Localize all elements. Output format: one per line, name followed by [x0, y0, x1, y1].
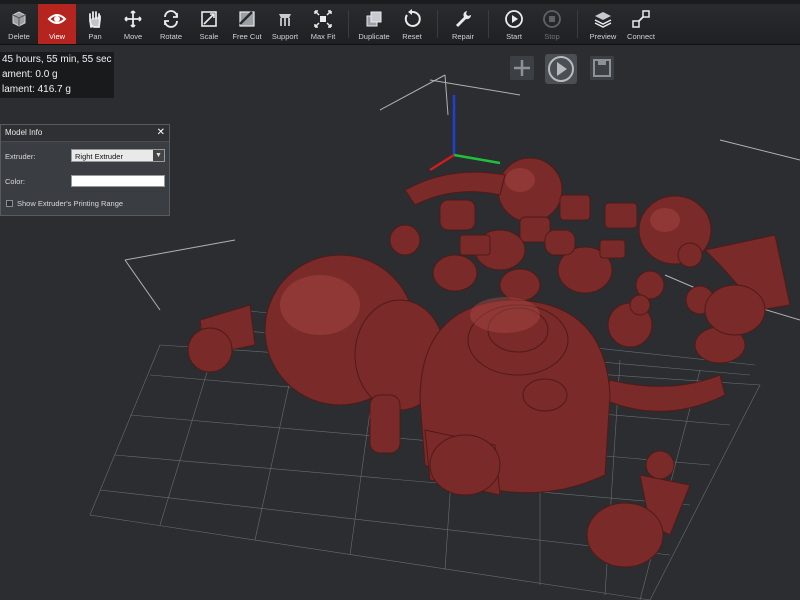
hand-icon [84, 8, 106, 30]
extruder-select-value: Right Extruder [75, 152, 123, 161]
delete-label: Delete [8, 32, 30, 41]
scale-button[interactable]: Scale [190, 4, 228, 44]
pan-button[interactable]: Pan [76, 4, 114, 44]
toolbar-divider [488, 10, 489, 38]
eye-icon [46, 8, 68, 30]
model-info-title: Model Info [5, 128, 43, 137]
color-label: Color: [5, 177, 26, 186]
toolbar-divider [577, 10, 578, 38]
pan-label: Pan [88, 32, 102, 41]
rotate-icon [160, 8, 182, 30]
support-button[interactable]: Support [266, 4, 304, 44]
duplicate-label: Duplicate [358, 32, 390, 41]
printing-range-label: Show Extruder's Printing Range [17, 199, 124, 208]
max-fit-button[interactable]: Max Fit [304, 4, 342, 44]
play-icon [503, 8, 525, 30]
move-icon [122, 8, 144, 30]
reset-icon [401, 8, 423, 30]
repair-label: Repair [451, 32, 475, 41]
duplicate-icon [363, 8, 385, 30]
preview-label: Preview [589, 32, 617, 41]
model-info-panel: Model Info ✕ Extruder: Right Extruder ▼ … [0, 124, 170, 216]
move-button[interactable]: Move [114, 4, 152, 44]
stop-button[interactable]: Stop [533, 4, 571, 44]
layers-icon [592, 8, 614, 30]
free-cut-label: Free Cut [232, 32, 262, 41]
close-icon[interactable]: ✕ [157, 125, 165, 141]
rotate-label: Rotate [159, 32, 183, 41]
stop-label: Stop [544, 32, 560, 41]
start-label: Start [506, 32, 522, 41]
toolbar-divider [437, 10, 438, 38]
scale-label: Scale [199, 32, 219, 41]
repair-button[interactable]: Repair [444, 4, 482, 44]
connect-icon [630, 8, 652, 30]
color-swatch[interactable] [71, 175, 165, 187]
duplicate-button[interactable]: Duplicate [355, 4, 393, 44]
move-label: Move [123, 32, 143, 41]
printing-range-checkbox[interactable] [6, 200, 13, 207]
stop-icon [541, 8, 563, 30]
viewport-save-button[interactable] [590, 56, 614, 80]
filament-right-text: lament: 416.7 g [2, 84, 71, 95]
extruder-label: Extruder: [5, 152, 36, 161]
max-fit-label: Max Fit [310, 32, 336, 41]
print-stats-panel: 45 hours, 55 min, 55 sec ament: 0.0 g la… [0, 52, 114, 98]
free-cut-button[interactable]: Free Cut [228, 4, 266, 44]
extruder-select[interactable]: Right Extruder ▼ [71, 149, 165, 162]
view-button[interactable]: View [38, 4, 76, 44]
reset-label: Reset [402, 32, 422, 41]
wrench-icon [452, 8, 474, 30]
reset-button[interactable]: Reset [393, 4, 431, 44]
view-label: View [48, 32, 66, 41]
connect-button[interactable]: Connect [622, 4, 660, 44]
chevron-down-icon: ▼ [153, 150, 164, 161]
preview-button[interactable]: Preview [584, 4, 622, 44]
toolbar-divider [348, 10, 349, 38]
connect-label: Connect [627, 32, 655, 41]
cut-icon [236, 8, 258, 30]
support-label: Support [271, 32, 299, 41]
viewport-play-button[interactable] [545, 54, 577, 84]
scale-icon [198, 8, 220, 30]
print-time-text: 45 hours, 55 min, 55 sec [2, 54, 112, 65]
model-info-header: Model Info ✕ [1, 125, 169, 142]
maxfit-icon [312, 8, 334, 30]
delete-icon [8, 8, 30, 30]
rotate-button[interactable]: Rotate [152, 4, 190, 44]
start-button[interactable]: Start [495, 4, 533, 44]
toolbar: Delete View Pan Move Rotate Scale Free C… [0, 4, 800, 45]
delete-button[interactable]: Delete [0, 4, 38, 44]
filament-left-text: ament: 0.0 g [2, 69, 58, 80]
support-icon [274, 8, 296, 30]
viewport-add-button[interactable] [510, 56, 534, 80]
